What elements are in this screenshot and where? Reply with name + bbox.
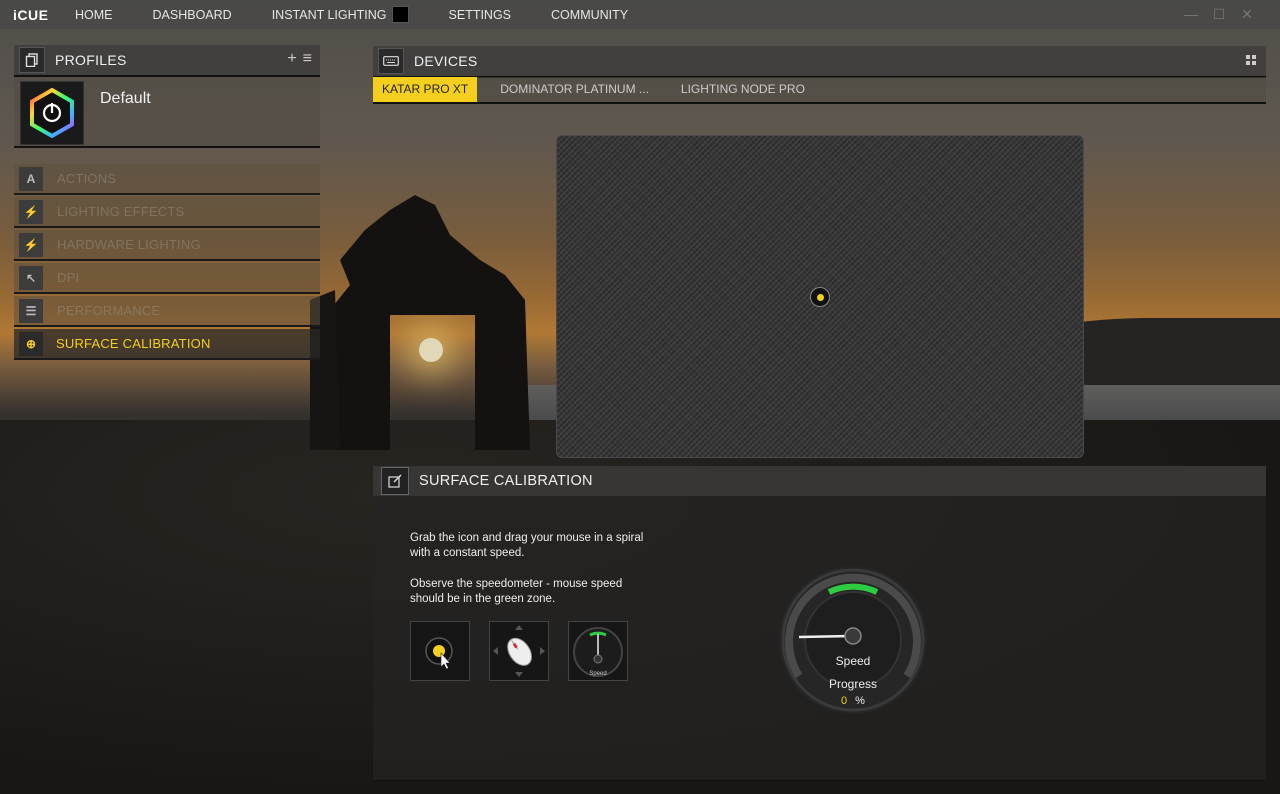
tab-lighting-node-pro[interactable]: LIGHTING NODE PRO xyxy=(672,77,814,102)
crosshair-icon: ⊕ xyxy=(19,331,43,356)
menu-item-label: SURFACE CALIBRATION xyxy=(56,336,211,351)
nav-home-label: HOME xyxy=(75,7,113,22)
nav-home[interactable]: HOME xyxy=(75,8,113,22)
instruction-text-1: Grab the icon and drag your mouse in a s… xyxy=(410,532,644,559)
maximize-icon[interactable]: ☐ xyxy=(1212,6,1226,22)
nav-dashboard[interactable]: DASHBOARD xyxy=(153,8,232,22)
performance-icon: ☰ xyxy=(19,298,43,323)
speed-gauge: Speed Progress 0% xyxy=(777,564,929,716)
nav-community[interactable]: COMMUNITY xyxy=(551,8,628,22)
profiles-actions: + ≡ xyxy=(287,51,312,67)
profiles-header: PROFILES + ≡ xyxy=(14,45,320,77)
top-bar: iCUE HOME DASHBOARD INSTANT LIGHTING SET… xyxy=(0,0,1280,29)
progress-readout: 0% xyxy=(777,695,929,707)
profile-name: Default xyxy=(100,90,151,107)
nav-dashboard-label: DASHBOARD xyxy=(152,7,232,22)
minimize-icon[interactable]: — xyxy=(1184,6,1198,22)
calibration-target-handle[interactable] xyxy=(811,288,829,306)
step-speed-label: Speed xyxy=(589,671,607,677)
step-speedometer-icon: Speed xyxy=(568,621,628,681)
profiles-title: PROFILES xyxy=(55,52,127,68)
devices-title: DEVICES xyxy=(414,53,478,69)
progress-unit: % xyxy=(855,695,865,707)
lightning-icon: ⚡ xyxy=(19,199,43,224)
instant-lighting-color-swatch[interactable] xyxy=(391,6,409,23)
dpi-icon: ↖ xyxy=(19,265,43,290)
surface-calibration-header: SURFACE CALIBRATION xyxy=(373,466,1266,496)
grid-view-icon[interactable] xyxy=(1246,55,1256,65)
nav-instant-lighting-label: INSTANT LIGHTING xyxy=(271,7,387,22)
keyboard-icon xyxy=(378,48,404,74)
gauge-progress-label: Progress xyxy=(828,677,878,691)
menu-item-label: DPI xyxy=(57,270,80,285)
profiles-menu-icon[interactable]: ≡ xyxy=(303,51,312,67)
menu-item-lighting-effects[interactable]: ⚡ LIGHTING EFFECTS xyxy=(14,197,320,228)
close-icon[interactable]: ✕ xyxy=(1240,6,1254,22)
icue-profile-icon xyxy=(20,81,84,145)
nav-community-label: COMMUNITY xyxy=(551,7,629,22)
surface-calibration-panel: SURFACE CALIBRATION Grab the icon and dr… xyxy=(373,466,1266,781)
menu-item-label: ACTIONS xyxy=(57,171,117,186)
nav-settings[interactable]: SETTINGS xyxy=(449,8,512,22)
step-grab-icon xyxy=(410,621,470,681)
nav-instant-lighting[interactable]: INSTANT LIGHTING xyxy=(272,6,409,23)
surface-calibration-title: SURFACE CALIBRATION xyxy=(419,473,593,489)
gauge-speed-label: Speed xyxy=(835,654,871,668)
device-settings-menu: A ACTIONS ⚡ LIGHTING EFFECTS ⚡ HARDWARE … xyxy=(14,164,320,362)
progress-value: 0 xyxy=(841,695,848,707)
edit-icon xyxy=(381,467,409,495)
lightning-icon: ⚡ xyxy=(19,232,43,257)
profiles-icon xyxy=(19,47,45,73)
tab-dominator-platinum[interactable]: DOMINATOR PLATINUM ... xyxy=(491,77,658,102)
tab-katar-pro-xt[interactable]: KATAR PRO XT xyxy=(373,77,478,102)
menu-item-label: PERFORMANCE xyxy=(57,303,161,318)
add-profile-icon[interactable]: + xyxy=(287,51,296,67)
nav-settings-label: SETTINGS xyxy=(448,7,512,22)
menu-item-label: HARDWARE LIGHTING xyxy=(57,237,201,252)
actions-icon: A xyxy=(19,166,43,191)
device-tabs: KATAR PRO XT DOMINATOR PLATINUM ... LIGH… xyxy=(373,77,1266,104)
menu-item-dpi[interactable]: ↖ DPI xyxy=(14,263,320,294)
window-controls: — ☐ ✕ xyxy=(1184,6,1254,22)
menu-item-actions[interactable]: A ACTIONS xyxy=(14,164,320,195)
menu-item-performance[interactable]: ☰ PERFORMANCE xyxy=(14,296,320,327)
devices-header: DEVICES xyxy=(373,46,1266,78)
step-drag-mouse-icon xyxy=(489,621,549,681)
menu-item-hardware-lighting[interactable]: ⚡ HARDWARE LIGHTING xyxy=(14,230,320,261)
menu-item-label: LIGHTING EFFECTS xyxy=(57,204,185,219)
instruction-text-2: Observe the speedometer - mouse speed sh… xyxy=(410,578,623,605)
menu-item-surface-calibration[interactable]: ⊕ SURFACE CALIBRATION xyxy=(14,329,320,360)
profile-card-default[interactable]: Default xyxy=(14,77,320,148)
app-logo: iCUE xyxy=(13,6,49,23)
